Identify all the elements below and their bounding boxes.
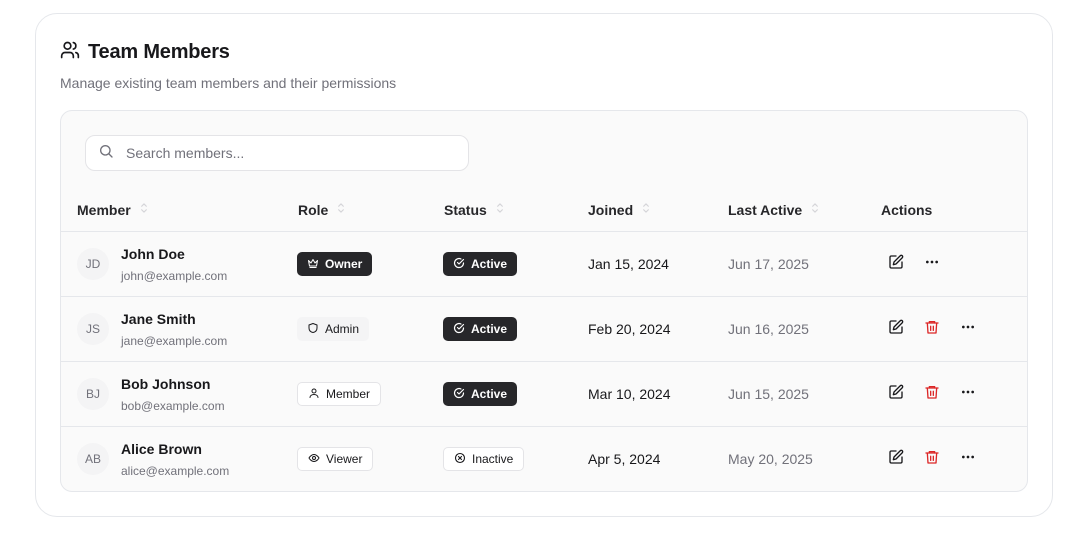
role-label: Viewer bbox=[326, 452, 363, 466]
member-name: John Doe bbox=[121, 246, 185, 262]
avatar: JS bbox=[77, 313, 109, 345]
avatar: JD bbox=[77, 248, 109, 280]
x-circle-icon bbox=[454, 452, 466, 467]
delete-button[interactable] bbox=[922, 384, 942, 404]
status-badge: Active bbox=[443, 317, 518, 341]
column-label: Actions bbox=[881, 201, 933, 218]
member-email: john@example.com bbox=[121, 269, 228, 283]
column-header-status[interactable]: Status bbox=[444, 187, 507, 232]
edit-button[interactable] bbox=[886, 319, 906, 339]
column-label: Member bbox=[77, 201, 131, 218]
role-badge: Member bbox=[297, 382, 382, 406]
member-name: Jane Smith bbox=[121, 311, 196, 327]
sort-icon bbox=[639, 201, 653, 218]
search-icon bbox=[98, 143, 114, 164]
sort-icon bbox=[137, 201, 151, 218]
status-badge: Inactive bbox=[443, 447, 525, 471]
search-input[interactable] bbox=[126, 145, 446, 161]
column-label: Role bbox=[298, 201, 329, 218]
status-label: Active bbox=[471, 322, 508, 336]
more-button[interactable] bbox=[958, 319, 978, 339]
more-horizontal-icon bbox=[960, 319, 976, 340]
more-button[interactable] bbox=[958, 384, 978, 404]
last-active-date: Jun 17, 2025 bbox=[728, 256, 809, 272]
edit-button[interactable] bbox=[886, 254, 906, 274]
eye-icon bbox=[308, 452, 320, 467]
status-badge: Active bbox=[443, 382, 518, 406]
more-button[interactable] bbox=[958, 449, 978, 469]
more-horizontal-icon bbox=[924, 254, 940, 275]
users-icon bbox=[60, 40, 80, 65]
delete-button[interactable] bbox=[922, 319, 942, 339]
member-email: alice@example.com bbox=[121, 464, 230, 478]
joined-date: Apr 5, 2024 bbox=[588, 451, 661, 467]
more-button[interactable] bbox=[922, 254, 942, 274]
trash-icon bbox=[924, 319, 940, 340]
check-circle-icon bbox=[453, 257, 465, 272]
column-label: Joined bbox=[588, 201, 634, 218]
column-label: Last Active bbox=[728, 201, 803, 218]
last-active-date: Jun 16, 2025 bbox=[728, 321, 809, 337]
trash-icon bbox=[924, 449, 940, 470]
team-members-card: Team Members Manage existing team member… bbox=[35, 13, 1053, 517]
edit-icon bbox=[888, 319, 904, 340]
member-name: Alice Brown bbox=[121, 441, 202, 457]
edit-icon bbox=[888, 384, 904, 405]
avatar: AB bbox=[77, 443, 109, 475]
card-header: Team Members bbox=[60, 40, 230, 65]
more-horizontal-icon bbox=[960, 384, 976, 405]
sort-icon bbox=[808, 201, 822, 218]
joined-date: Jan 15, 2024 bbox=[588, 256, 669, 272]
search-box[interactable] bbox=[85, 135, 469, 171]
column-header-role[interactable]: Role bbox=[298, 187, 348, 232]
role-label: Owner bbox=[325, 257, 363, 271]
column-header-joined[interactable]: Joined bbox=[588, 187, 653, 232]
page-title: Team Members bbox=[88, 41, 230, 63]
crown-icon bbox=[307, 257, 319, 272]
column-label: Status bbox=[444, 201, 487, 218]
page-subtitle: Manage existing team members and their p… bbox=[60, 75, 397, 91]
check-circle-icon bbox=[453, 322, 465, 337]
user-icon bbox=[308, 387, 320, 402]
last-active-date: May 20, 2025 bbox=[728, 451, 813, 467]
joined-date: Feb 20, 2024 bbox=[588, 321, 671, 337]
status-badge: Active bbox=[443, 252, 518, 276]
table-row: AB Alice Brown alice@example.com Viewer … bbox=[61, 427, 1027, 491]
role-label: Member bbox=[326, 387, 371, 401]
member-email: bob@example.com bbox=[121, 399, 225, 413]
edit-button[interactable] bbox=[886, 384, 906, 404]
role-badge: Viewer bbox=[297, 447, 374, 471]
trash-icon bbox=[924, 384, 940, 405]
more-horizontal-icon bbox=[960, 449, 976, 470]
edit-button[interactable] bbox=[886, 449, 906, 469]
role-badge: Owner bbox=[297, 252, 373, 276]
column-header-member[interactable]: Member bbox=[77, 187, 151, 232]
sort-icon bbox=[493, 201, 507, 218]
member-name: Bob Johnson bbox=[121, 376, 211, 392]
status-label: Active bbox=[471, 257, 508, 271]
delete-button[interactable] bbox=[922, 449, 942, 469]
role-label: Admin bbox=[325, 322, 360, 336]
column-header-actions: Actions bbox=[881, 187, 932, 232]
last-active-date: Jun 15, 2025 bbox=[728, 386, 809, 402]
member-email: jane@example.com bbox=[121, 334, 228, 348]
status-label: Active bbox=[471, 387, 508, 401]
role-badge: Admin bbox=[297, 317, 370, 341]
edit-icon bbox=[888, 449, 904, 470]
table-row: JD John Doe john@example.com Owner Activ… bbox=[61, 232, 1027, 297]
joined-date: Mar 10, 2024 bbox=[588, 386, 671, 402]
table-header: Member Role Status Joined Last Active Ac… bbox=[61, 187, 1027, 232]
table-row: JS Jane Smith jane@example.com Admin Act… bbox=[61, 297, 1027, 362]
members-table: Member Role Status Joined Last Active Ac… bbox=[60, 110, 1028, 492]
check-circle-icon bbox=[453, 387, 465, 402]
avatar: BJ bbox=[77, 378, 109, 410]
column-header-last-active[interactable]: Last Active bbox=[728, 187, 822, 232]
edit-icon bbox=[888, 254, 904, 275]
sort-icon bbox=[334, 201, 348, 218]
table-row: BJ Bob Johnson bob@example.com Member Ac… bbox=[61, 362, 1027, 427]
shield-icon bbox=[307, 322, 319, 337]
status-label: Inactive bbox=[472, 452, 514, 466]
